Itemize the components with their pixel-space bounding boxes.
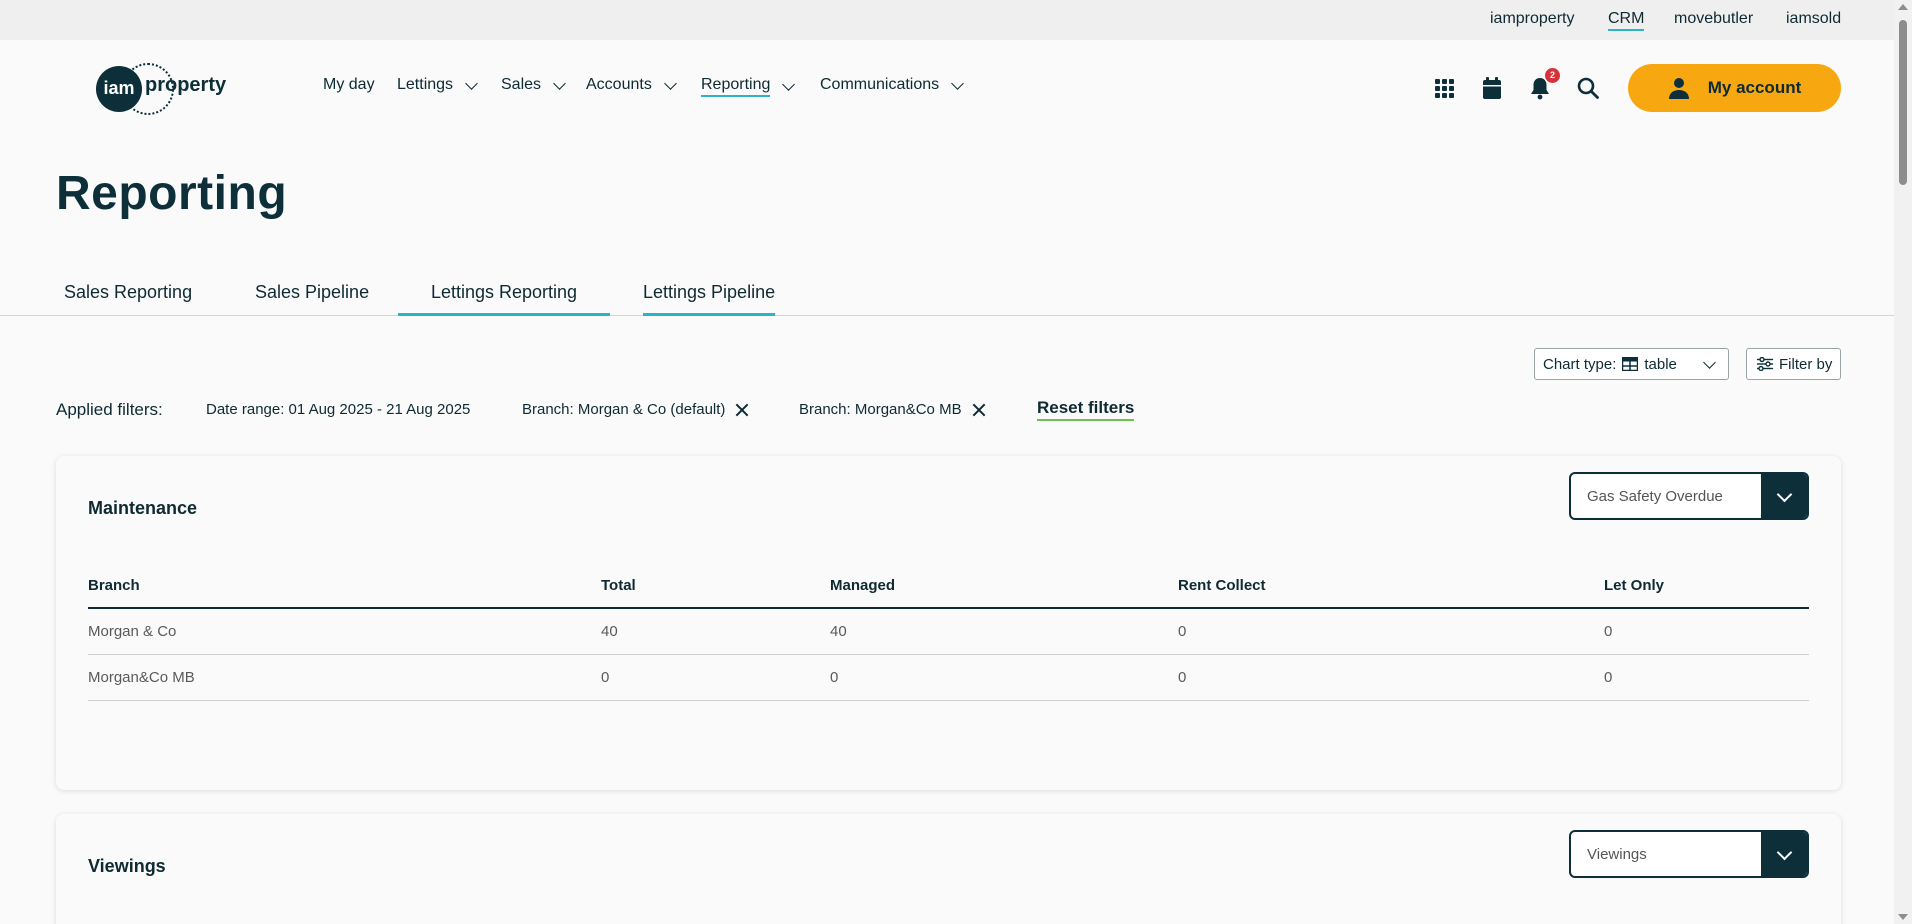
main-header: iam property My day Lettings Sales Accou… (0, 40, 1894, 136)
table-cell: 0 (1178, 654, 1604, 701)
table-cell: 0 (1604, 654, 1809, 701)
tab-lettings-pipeline[interactable]: Lettings Pipeline (643, 282, 776, 316)
nav-label: Communications (820, 76, 940, 93)
logo[interactable]: iam property (96, 63, 232, 115)
topbar-link-movebutler[interactable]: movebutler (1674, 10, 1753, 28)
column-header: Rent Collect (1178, 564, 1604, 609)
scroll-up-arrow-icon[interactable] (1898, 4, 1908, 10)
maintenance-table: Branch Total Managed Rent Collect Let On… (88, 564, 1809, 701)
viewings-report-select[interactable]: Viewings (1569, 830, 1809, 878)
table-cell: 0 (1604, 608, 1809, 655)
nav-label: Lettings (397, 76, 454, 93)
select-arrow (1761, 474, 1807, 518)
chevron-down-icon (1776, 844, 1792, 860)
topbar-link-crm[interactable]: CRM (1608, 10, 1645, 31)
reset-filters-link[interactable]: Reset filters (1037, 398, 1135, 421)
calendar-icon[interactable] (1480, 76, 1504, 100)
select-arrow (1761, 832, 1807, 876)
card-title: Viewings (88, 856, 166, 876)
page-scrollbar[interactable] (1894, 0, 1912, 924)
nav-lettings[interactable]: Lettings (397, 76, 478, 94)
chevron-down-icon (663, 76, 677, 90)
applied-filters-label: Applied filters: (56, 400, 163, 419)
nav-accounts[interactable]: Accounts (586, 76, 677, 94)
maintenance-report-select[interactable]: Gas Safety Overdue (1569, 472, 1809, 520)
search-icon[interactable] (1576, 76, 1600, 100)
table-header-row: Branch Total Managed Rent Collect Let On… (88, 564, 1809, 609)
nav-label: Sales (501, 76, 542, 93)
filter-by-button[interactable]: Filter by (1746, 348, 1841, 380)
page-title: Reporting (56, 167, 288, 220)
chart-type-label: Chart type: (1543, 355, 1617, 373)
table-cell: 40 (601, 608, 830, 655)
close-icon[interactable] (735, 403, 749, 417)
topbar-link-iamproperty[interactable]: iamproperty (1490, 10, 1574, 28)
scroll-thumb[interactable] (1899, 20, 1907, 185)
chevron-down-icon (553, 76, 566, 90)
notification-badge: 2 (1545, 68, 1560, 83)
chevron-down-icon (465, 76, 478, 90)
my-account-button[interactable]: My account (1628, 64, 1841, 112)
table-cell: 0 (601, 654, 830, 701)
filter-chip-label: Date range: 01 Aug 2025 - 21 Aug 2025 (206, 401, 471, 418)
column-header: Total (601, 564, 830, 609)
table-icon (1622, 357, 1639, 371)
report-tabs: Sales Reporting Sales Pipeline Lettings … (0, 270, 1894, 316)
column-header: Managed (830, 564, 1178, 609)
filter-chip-branch-mb: Branch: Morgan&Co MB (799, 401, 986, 418)
chevron-down-icon (951, 76, 965, 90)
sliders-icon (1757, 357, 1773, 371)
table-cell: Morgan&Co MB (88, 654, 601, 701)
filter-by-label: Filter by (1779, 355, 1833, 373)
nav-sales[interactable]: Sales (501, 76, 566, 94)
nav-reporting[interactable]: Reporting (701, 76, 796, 97)
scroll-down-arrow-icon[interactable] (1898, 914, 1908, 920)
table-cell: 0 (1178, 608, 1604, 655)
tab-sales-pipeline[interactable]: Sales Pipeline (255, 282, 369, 316)
user-icon (1668, 78, 1689, 99)
table-cell: 40 (830, 608, 1178, 655)
table-row: Morgan&Co MB 0 0 0 0 (88, 654, 1809, 701)
logo-wordmark: property (145, 74, 227, 96)
bell-icon[interactable]: 2 (1528, 68, 1560, 100)
column-header: Branch (88, 564, 601, 609)
chevron-down-icon (1703, 355, 1716, 369)
filter-chip-branch-default: Branch: Morgan & Co (default) (522, 401, 749, 418)
filter-chip-date-range: Date range: 01 Aug 2025 - 21 Aug 2025 (206, 401, 470, 418)
apps-grid-icon[interactable] (1432, 76, 1456, 100)
close-icon[interactable] (972, 403, 986, 417)
filter-chip-label: Branch: Morgan&Co MB (799, 401, 962, 418)
nav-communications[interactable]: Communications (820, 76, 965, 94)
top-utility-bar: iamproperty CRM movebutler iamsold (0, 0, 1894, 40)
nav-label: My day (323, 76, 375, 93)
column-header: Let Only (1604, 564, 1809, 609)
select-value: Viewings (1587, 845, 1647, 863)
chart-type-select[interactable]: Chart type: table (1534, 348, 1729, 380)
chevron-down-icon (782, 78, 796, 91)
tab-lettings-reporting[interactable]: Lettings Reporting (398, 282, 610, 316)
table-cell: 0 (830, 654, 1178, 701)
card-title: Maintenance (88, 498, 198, 518)
chevron-down-icon (1776, 486, 1792, 502)
filter-chip-label: Branch: Morgan & Co (default) (522, 401, 726, 418)
table-row: Morgan & Co 40 40 0 0 (88, 608, 1809, 655)
nav-label: Accounts (586, 76, 652, 93)
table-cell: Morgan & Co (88, 608, 601, 655)
my-account-label: My account (1707, 78, 1802, 97)
nav-my-day[interactable]: My day (323, 76, 375, 94)
viewings-card: Viewings Viewings (56, 814, 1841, 924)
logo-circle: iam (96, 66, 142, 112)
topbar-link-iamsold[interactable]: iamsold (1786, 10, 1841, 28)
maintenance-card: Maintenance Gas Safety Overdue Branch To… (56, 456, 1841, 790)
select-value: Gas Safety Overdue (1587, 487, 1723, 505)
tab-sales-reporting[interactable]: Sales Reporting (64, 282, 192, 316)
nav-label: Reporting (701, 76, 771, 97)
chart-type-value: table (1644, 355, 1677, 373)
